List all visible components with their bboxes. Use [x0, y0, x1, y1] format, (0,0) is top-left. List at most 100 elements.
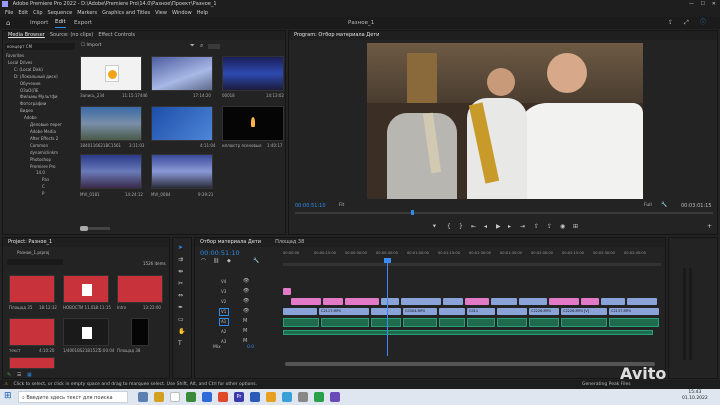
timeline-settings-icon[interactable]: 🔧	[253, 258, 259, 264]
media-thumbnail[interactable]	[222, 56, 284, 91]
media-thumbnail[interactable]	[222, 106, 284, 141]
rectangle-tool-icon[interactable]: ▭	[178, 316, 184, 323]
tree-item[interactable]: Premiere Pro	[6, 164, 74, 171]
tree-item[interactable]: Деловые перег	[6, 122, 74, 129]
add-marker-icon[interactable]: ◆	[227, 258, 231, 264]
quality-dropdown[interactable]: Full	[644, 203, 652, 208]
media-thumbnail[interactable]	[80, 56, 142, 91]
task-view-icon[interactable]	[138, 392, 148, 402]
play-icon[interactable]: ▶	[496, 223, 501, 230]
fit-dropdown[interactable]: Fit	[339, 203, 344, 208]
explorer-icon[interactable]	[154, 392, 164, 402]
tree-item[interactable]: С	[6, 184, 74, 191]
go-to-in-icon[interactable]: }	[459, 223, 463, 230]
type-tool-icon[interactable]: T	[178, 340, 182, 347]
home-icon[interactable]: ⌂	[6, 17, 10, 29]
menu-help[interactable]: Help	[197, 10, 208, 16]
video-clip[interactable]	[439, 308, 465, 315]
audio-clip[interactable]	[497, 318, 527, 327]
tab-export[interactable]: Export	[74, 17, 92, 29]
media-thumbnail[interactable]	[80, 106, 142, 141]
track-header[interactable]: A3 M	[195, 338, 283, 347]
ripple-edit-icon[interactable]: ⇹	[178, 268, 183, 275]
app-icon[interactable]	[266, 392, 276, 402]
audio-clip[interactable]	[283, 330, 653, 335]
comparison-view-icon[interactable]: ⊞	[573, 223, 578, 230]
program-title[interactable]: Program: Отбор материала Дети	[294, 32, 379, 38]
menu-sequence[interactable]: Sequence	[48, 10, 73, 16]
razor-tool-icon[interactable]: ✂	[178, 280, 183, 287]
minimize-icon[interactable]: —	[689, 0, 694, 9]
work-area-bar[interactable]	[283, 263, 661, 266]
tree-item[interactable]: Local Drives	[6, 60, 74, 67]
video-clip[interactable]	[581, 298, 599, 305]
video-clip[interactable]	[283, 308, 317, 315]
tree-item[interactable]: dynamiclinkm	[6, 150, 74, 157]
project-item-thumbnail[interactable]	[9, 318, 55, 346]
menu-file[interactable]: File	[5, 10, 13, 16]
video-clip[interactable]	[491, 298, 517, 305]
tab-sequence-2[interactable]: Площад 38	[275, 239, 304, 245]
menu-markers[interactable]: Markers	[77, 10, 97, 16]
mark-out-icon[interactable]: {	[447, 223, 451, 230]
video-clip[interactable]	[549, 298, 579, 305]
video-clip[interactable]	[601, 298, 625, 305]
program-playhead[interactable]	[411, 210, 414, 215]
extract-icon[interactable]: ⇪	[547, 223, 552, 230]
menu-graphics[interactable]: Graphics and Titles	[102, 10, 150, 16]
menu-clip[interactable]: Clip	[33, 10, 42, 16]
edge-icon[interactable]	[202, 392, 212, 402]
tree-item[interactable]: Adobe Media	[6, 129, 74, 136]
audio-clip[interactable]	[467, 318, 495, 327]
program-timecode[interactable]: 00:00:51:10	[295, 203, 326, 209]
app-icon[interactable]	[330, 392, 340, 402]
video-clip[interactable]: C2226.MP4 [V]	[561, 308, 607, 315]
track-header[interactable]: V2 👁	[195, 298, 283, 307]
project-item-thumbnail[interactable]	[131, 318, 149, 346]
project-item-thumbnail[interactable]	[117, 275, 163, 303]
tab-edit[interactable]: Edit	[55, 17, 66, 28]
fullscreen-icon[interactable]: ⤢	[684, 17, 689, 29]
tab-sequence[interactable]: Отбор материала Дети	[200, 239, 261, 245]
tree-item[interactable]: C: (Local Disk)	[6, 67, 74, 74]
tree-item[interactable]: Фотографии	[6, 101, 74, 108]
video-clip[interactable]: C2137.MP4	[609, 308, 659, 315]
tree-item[interactable]: Фильмы Мультфи	[6, 94, 74, 101]
app-icon[interactable]	[314, 392, 324, 402]
taskbar-search-box[interactable]: ⌕ Введите здесь текст для поиска	[18, 391, 128, 403]
pencil-icon[interactable]: ✎	[7, 372, 11, 378]
project-item-thumbnail[interactable]	[9, 275, 55, 303]
tree-item[interactable]: Common	[6, 143, 74, 150]
mute-icon[interactable]: M	[243, 328, 247, 334]
tree-item[interactable]: Favorites	[6, 53, 74, 60]
video-clip[interactable]: C0304.MP4	[403, 308, 437, 315]
video-clip[interactable]	[627, 298, 657, 305]
audio-clip[interactable]	[439, 318, 465, 327]
menu-window[interactable]: Window	[172, 10, 192, 16]
mute-icon[interactable]: M	[243, 338, 247, 344]
video-clip[interactable]	[381, 298, 399, 305]
track-header[interactable]: A2 M	[195, 328, 283, 337]
audio-clip[interactable]	[561, 318, 607, 327]
toggle-output-icon[interactable]: 👁	[243, 298, 249, 304]
audio-clip[interactable]	[403, 318, 437, 327]
selection-tool-icon[interactable]: ➤	[178, 244, 183, 251]
tab-effect-controls[interactable]: Effect Controls	[98, 32, 135, 38]
project-item-thumbnail[interactable]	[63, 318, 109, 346]
tree-item[interactable]: Видео	[6, 108, 74, 115]
snap-icon[interactable]: ⌒	[201, 258, 206, 265]
search-icon[interactable]: ⌕	[200, 42, 203, 50]
program-video-frame[interactable]	[367, 43, 643, 199]
hand-tool-icon[interactable]: ✋	[178, 328, 185, 335]
track-header[interactable]: V3 👁	[195, 288, 283, 297]
program-scrubber[interactable]	[295, 212, 713, 214]
frame-back-icon[interactable]: ◂	[484, 223, 487, 230]
video-clip[interactable]	[291, 298, 321, 305]
toggle-output-icon[interactable]: 👁	[243, 288, 249, 294]
video-clip[interactable]	[519, 298, 547, 305]
media-thumbnail[interactable]	[151, 56, 213, 91]
media-thumbnail[interactable]	[80, 154, 142, 189]
source-patch[interactable]	[219, 318, 229, 326]
linked-selection-icon[interactable]: ⛓	[213, 258, 219, 264]
photoshop-taskbar-icon[interactable]	[250, 392, 260, 402]
